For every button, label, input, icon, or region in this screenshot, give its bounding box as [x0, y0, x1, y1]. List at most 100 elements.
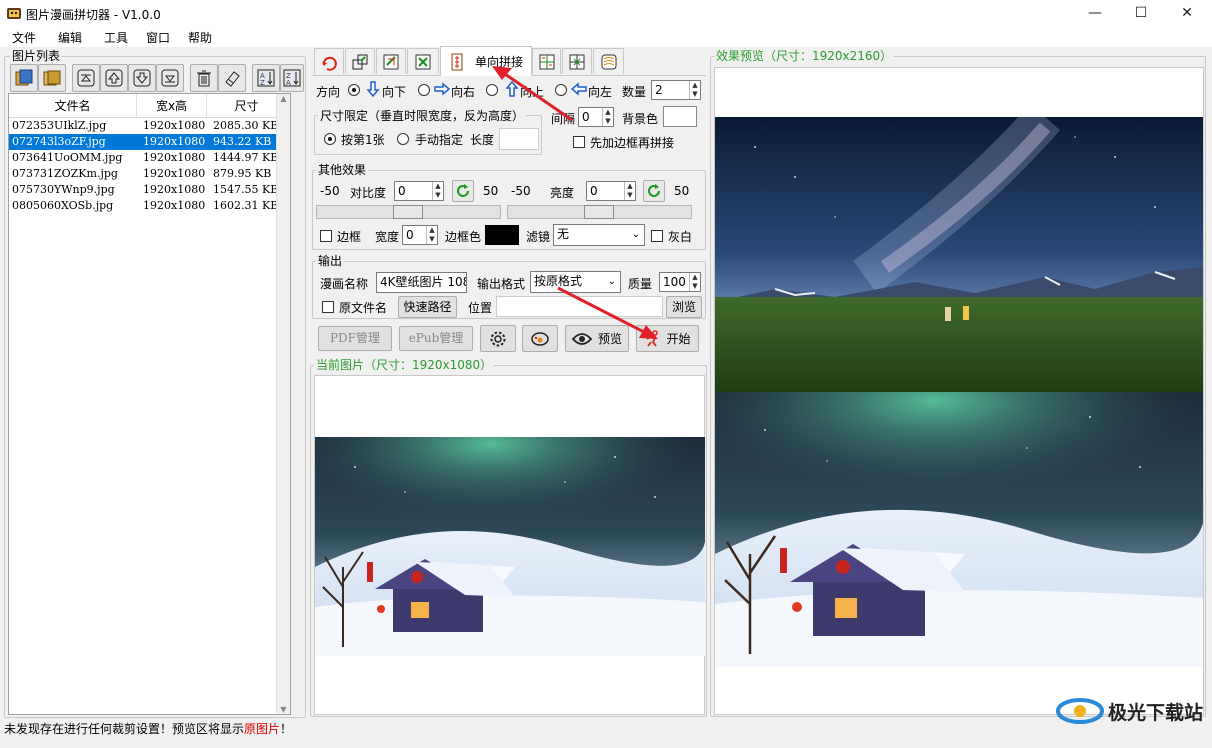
sort-desc-button[interactable]: ZA	[280, 64, 304, 92]
location-input[interactable]	[496, 296, 663, 317]
add-images-button[interactable]	[10, 64, 38, 92]
border-width-spin-icon[interactable]: ▲ ▼	[426, 226, 437, 244]
tab-single-stitch[interactable]: 单向拼接	[440, 46, 532, 76]
table-row[interactable]: 073731ZOZKm.jpg 1920x1080 879.95 KB	[9, 166, 290, 182]
pdf-manage-button[interactable]: PDF管理	[318, 326, 392, 351]
move-down-button[interactable]	[128, 64, 156, 92]
border-color-label: 边框色	[445, 230, 482, 244]
count-stepper[interactable]: 2 ▲ ▼	[651, 80, 701, 100]
comic-name-input[interactable]: 4K壁纸图片 1080	[376, 272, 467, 293]
contrast-spin-icon[interactable]: ▲ ▼	[432, 182, 443, 200]
resize-icon	[352, 54, 368, 69]
cell-size: 1602.31 KB	[213, 199, 279, 212]
tab-layers[interactable]	[593, 48, 624, 74]
svg-text:Z: Z	[260, 79, 265, 87]
border-first-checkbox[interactable]	[573, 136, 585, 148]
tab-rotate[interactable]	[314, 48, 344, 74]
table-row[interactable]: 073641UoOMM.jpg 1920x1080 1444.97 KB	[9, 150, 290, 166]
cell-size: 1547.55 KB	[213, 183, 279, 196]
direction-down-radio[interactable]	[348, 84, 360, 96]
filter-select[interactable]: 无 ⌄	[553, 224, 645, 246]
location-label: 位置	[468, 301, 493, 315]
sort-asc-button[interactable]: AZ	[252, 64, 280, 92]
move-up-button[interactable]	[100, 64, 128, 92]
border-checkbox[interactable]	[320, 230, 332, 242]
table-row[interactable]: 0805060XOSb.jpg 1920x1080 1602.31 KB	[9, 198, 290, 214]
crop-icon	[383, 54, 399, 69]
start-button[interactable]: 开始	[636, 325, 699, 352]
menu-window[interactable]: 窗口	[146, 29, 170, 46]
table-row[interactable]: 072353UIklZ.jpg 1920x1080 2085.30 KB	[9, 118, 290, 134]
add-folder-button[interactable]	[38, 64, 66, 92]
scroll-down-icon[interactable]: ▼	[277, 705, 290, 714]
tab-grid-cut[interactable]	[562, 48, 592, 74]
size-first-radio[interactable]	[324, 133, 336, 145]
file-list[interactable]: 文件名 宽x高 尺寸 072353UIklZ.jpg 1920x1080 2085.…	[8, 93, 291, 715]
table-row[interactable]: 072743l3oZF.jpg 1920x1080 943.22 KB	[9, 134, 290, 150]
quality-stepper[interactable]: 100 ▲ ▼	[659, 272, 701, 292]
close-button[interactable]: ✕	[1164, 0, 1210, 27]
bgcolor-swatch[interactable]	[663, 106, 697, 127]
length-input[interactable]	[499, 128, 539, 150]
brightness-reset-button[interactable]	[643, 180, 665, 202]
count-spin-icon[interactable]: ▲ ▼	[689, 81, 700, 99]
skin-button[interactable]	[522, 325, 558, 352]
sort-az-icon: AZ	[257, 69, 275, 87]
maximize-button[interactable]: ☐	[1118, 0, 1164, 27]
direction-left-radio[interactable]	[555, 84, 567, 96]
contrast-slider-thumb[interactable]	[393, 205, 423, 219]
direction-up-radio[interactable]	[486, 84, 498, 96]
border-width-stepper[interactable]: 0 ▲ ▼	[402, 225, 438, 245]
menu-help[interactable]: 帮助	[188, 29, 212, 46]
list-scrollbar[interactable]: ▲ ▼	[276, 94, 290, 714]
image-list-title: 图片列表	[10, 49, 63, 63]
move-bottom-button[interactable]	[156, 64, 184, 92]
scroll-up-icon[interactable]: ▲	[277, 94, 290, 103]
tab-grid-stitch[interactable]	[532, 48, 561, 74]
tab-resize[interactable]	[345, 48, 375, 74]
border-color-swatch[interactable]	[485, 225, 519, 245]
output-format-select[interactable]: 按原格式 ⌄	[530, 271, 621, 293]
brightness-slider-thumb[interactable]	[584, 205, 614, 219]
epub-manage-button[interactable]: ePub管理	[399, 326, 473, 351]
filter-label: 滤镜	[526, 230, 551, 244]
gray-checkbox[interactable]	[651, 230, 663, 242]
move-top-button[interactable]	[72, 64, 100, 92]
contrast-reset-button[interactable]	[452, 180, 474, 202]
grid-stitch-icon	[539, 54, 554, 69]
minimize-button[interactable]: —	[1072, 0, 1118, 27]
output-title: 输出	[316, 254, 345, 268]
clear-button[interactable]	[218, 64, 246, 92]
tab-crop[interactable]	[376, 48, 406, 74]
window-title: 图片漫画拼切器 - V1.0.0	[26, 8, 161, 22]
column-dimensions[interactable]: 宽x高	[137, 94, 207, 117]
brightness-stepper[interactable]: 0 ▲ ▼	[586, 181, 636, 201]
spacing-spin-icon[interactable]: ▲ ▼	[602, 108, 613, 126]
column-size[interactable]: 尺寸	[207, 94, 287, 117]
browse-button[interactable]: 浏览	[666, 296, 702, 318]
quick-path-button[interactable]: 快速路径	[398, 296, 457, 318]
spacing-stepper[interactable]: 0 ▲ ▼	[578, 107, 614, 127]
tab-cut[interactable]	[407, 48, 439, 74]
column-filename[interactable]: 文件名	[9, 94, 137, 117]
settings-button[interactable]	[480, 325, 516, 352]
brightness-spin-icon[interactable]: ▲ ▼	[624, 182, 635, 200]
menu-edit[interactable]: 编辑	[58, 29, 82, 46]
delete-button[interactable]	[190, 64, 218, 92]
contrast-stepper[interactable]: 0 ▲ ▼	[394, 181, 444, 201]
contrast-min: -50	[320, 184, 340, 198]
direction-left-label: 向左	[588, 85, 613, 99]
preview-button[interactable]: 预览	[565, 325, 629, 352]
menu-tools[interactable]: 工具	[104, 29, 128, 46]
original-name-checkbox[interactable]	[322, 301, 334, 313]
table-row[interactable]: 075730YWnp9.jpg 1920x1080 1547.55 KB	[9, 182, 290, 198]
quality-spin-icon[interactable]: ▲ ▼	[689, 273, 700, 291]
direction-right-radio[interactable]	[418, 84, 430, 96]
sort-za-icon: ZA	[283, 69, 301, 87]
menu-file[interactable]: 文件	[12, 29, 36, 46]
size-manual-radio[interactable]	[397, 133, 409, 145]
cell-filename: 072743l3oZF.jpg	[12, 135, 106, 148]
app-icon	[6, 5, 22, 21]
watermark-text: 极光下载站	[1108, 701, 1204, 724]
cell-dimensions: 1920x1080	[143, 151, 206, 164]
